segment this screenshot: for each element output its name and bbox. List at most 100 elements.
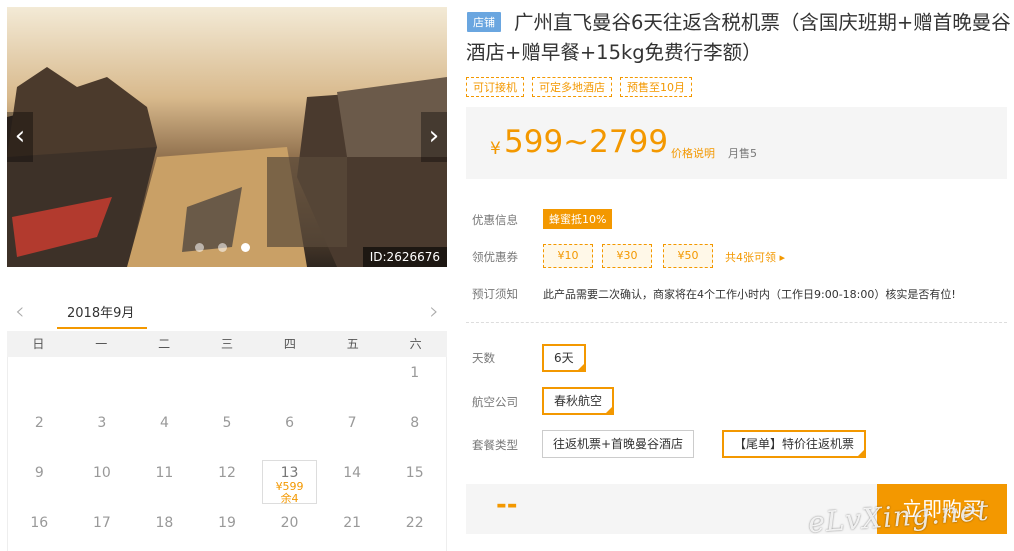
promo-label: 优惠信息: [472, 213, 518, 227]
calendar-day: 7: [321, 407, 384, 457]
calendar-day-number: 16: [30, 515, 49, 531]
calendar-day-number: 5: [222, 415, 232, 431]
calendar-day-number: 17: [92, 515, 111, 531]
calendar-day-number: 21: [343, 515, 362, 531]
calendar-day: 6: [258, 407, 321, 457]
calendar-day: 1: [383, 357, 446, 407]
calendar-day: 22: [383, 507, 446, 551]
calendar-day-number: 6: [285, 415, 295, 431]
calendar-day: 20: [258, 507, 321, 551]
days-option-6[interactable]: 6天: [542, 344, 586, 372]
calendar-day: 4: [133, 407, 196, 457]
days-label: 天数: [472, 351, 495, 365]
weekday-label: 三: [220, 337, 233, 351]
calendar-day-number: 20: [280, 515, 299, 531]
calendar-day: 21: [321, 507, 384, 551]
coupon-50[interactable]: ¥50: [663, 244, 713, 268]
floating-market-photo: [7, 7, 447, 267]
calendar-empty-cell: [71, 357, 134, 407]
calendar-day: 2: [8, 407, 71, 457]
calendar-day-number: 18: [155, 515, 174, 531]
carousel-dot[interactable]: [195, 243, 204, 252]
calendar-day-number: 19: [218, 515, 236, 531]
coupon-10[interactable]: ¥10: [543, 244, 593, 268]
calendar-day-number: 12: [218, 465, 236, 481]
carousel-dot-active[interactable]: [241, 243, 250, 252]
calendar-day-number: 7: [347, 415, 357, 431]
photo-id-label: ID:2626676: [362, 247, 447, 267]
tag-presale: 预售至10月: [620, 77, 692, 97]
coupon-more-link[interactable]: 共4张可领 ▸: [725, 249, 785, 265]
airline-label: 航空公司: [472, 395, 518, 409]
calendar-weekday-header: 日 一 二 三 四 五 六: [7, 331, 447, 357]
calendar-empty-cell: [196, 357, 259, 407]
calendar-day-number: 8: [410, 415, 420, 431]
calendar-day-number: 15: [405, 465, 424, 481]
calendar-day: 14: [321, 457, 384, 507]
calendar-day: 9: [8, 457, 71, 507]
product-photo-carousel[interactable]: ‹ › ID:2626676: [7, 7, 447, 267]
notice-label: 预订须知: [472, 287, 518, 301]
package-label: 套餐类型: [472, 438, 518, 452]
calendar-empty-cell: [258, 357, 321, 407]
price-range: 599~2799: [504, 124, 669, 160]
tag-multi-hotel: 可定多地酒店: [532, 77, 612, 97]
weekday-label: 五: [346, 337, 359, 351]
carousel-prev-button[interactable]: ‹: [7, 112, 33, 162]
weekday-label: 四: [283, 337, 296, 351]
price-box: ¥ 599~2799 价格说明 月售5: [466, 107, 1007, 179]
monthly-sales: 月售5: [728, 147, 757, 160]
calendar-day: 10: [71, 457, 134, 507]
calendar-day-available[interactable]: 13 ¥599 余4: [262, 460, 317, 505]
calendar-day-number: 11: [155, 465, 174, 481]
store-badge[interactable]: 店铺: [467, 12, 501, 32]
calendar-prev-month-button[interactable]: ‹: [15, 297, 25, 325]
chevron-left-icon: ‹: [14, 121, 26, 151]
package-option-tail-ticket[interactable]: 【尾单】特价往返机票: [722, 430, 867, 458]
package-option-ticket-hotel[interactable]: 往返机票+首晚曼谷酒店: [542, 430, 695, 458]
price-currency: ¥: [490, 139, 501, 159]
product-title: 广州直飞曼谷6天往返含税机票（含国庆班期+赠首晚曼谷酒店+赠早餐+15kg免费行…: [466, 11, 1011, 64]
calendar-nav: ‹ 2018年9月 ›: [7, 295, 447, 331]
calendar-day: 5: [196, 407, 259, 457]
calendar-day: 15: [383, 457, 446, 507]
notice-text: 此产品需要二次确认，商家将在4个工作小时内（工作日9:00-18:00）核实是否…: [543, 288, 956, 301]
weekday-label: 六: [409, 337, 422, 351]
calendar-day-number: 3: [97, 415, 107, 431]
product-tags: 可订接机 可定多地酒店 预售至10月: [466, 77, 692, 97]
weekday-label: 二: [158, 337, 171, 351]
calendar-day: 17: [71, 507, 134, 551]
calendar-empty-cell: [133, 357, 196, 407]
carousel-dots: [195, 243, 250, 252]
airline-option-spring[interactable]: 春秋航空: [542, 387, 615, 415]
calendar-day: 16: [8, 507, 71, 551]
coupon-label: 领优惠券: [472, 250, 518, 264]
weekday-label: 日: [32, 337, 45, 351]
calendar-day-number: 22: [405, 515, 424, 531]
calendar-day-number: 2: [34, 415, 44, 431]
calendar-next-month-button[interactable]: ›: [429, 297, 439, 325]
tag-pickup: 可订接机: [466, 77, 524, 97]
section-divider: [466, 322, 1007, 323]
calendar-day-number: 9: [34, 465, 44, 481]
carousel-dot[interactable]: [218, 243, 227, 252]
calendar-day-number: 14: [343, 465, 362, 481]
calendar-day-number: 1: [410, 365, 420, 381]
price-explanation-link[interactable]: 价格说明: [671, 145, 715, 161]
selected-price-placeholder: --: [496, 490, 518, 520]
calendar-grid: 1 2 3 4 5 6 7 8 9 10 11 12 13 ¥599 余4 14 15 16 17 18 19 20 21 2…: [7, 357, 447, 551]
weekday-label: 一: [95, 337, 108, 351]
coupon-30[interactable]: ¥30: [602, 244, 652, 268]
calendar-month-underline: [57, 327, 147, 329]
calendar-day-number: 10: [92, 465, 111, 481]
calendar-day: 19: [196, 507, 259, 551]
promo-badge: 蜂蜜抵10%: [543, 209, 613, 229]
carousel-next-button[interactable]: ›: [421, 112, 447, 162]
calendar-month-label: 2018年9月: [67, 306, 135, 321]
calendar-day-number: 13: [280, 465, 299, 481]
calendar-day-stock: 余4: [280, 492, 299, 505]
calendar-day: 8: [383, 407, 446, 457]
calendar-day: 18: [133, 507, 196, 551]
calendar-day: 11: [133, 457, 196, 507]
calendar-day-number: 4: [159, 415, 169, 431]
